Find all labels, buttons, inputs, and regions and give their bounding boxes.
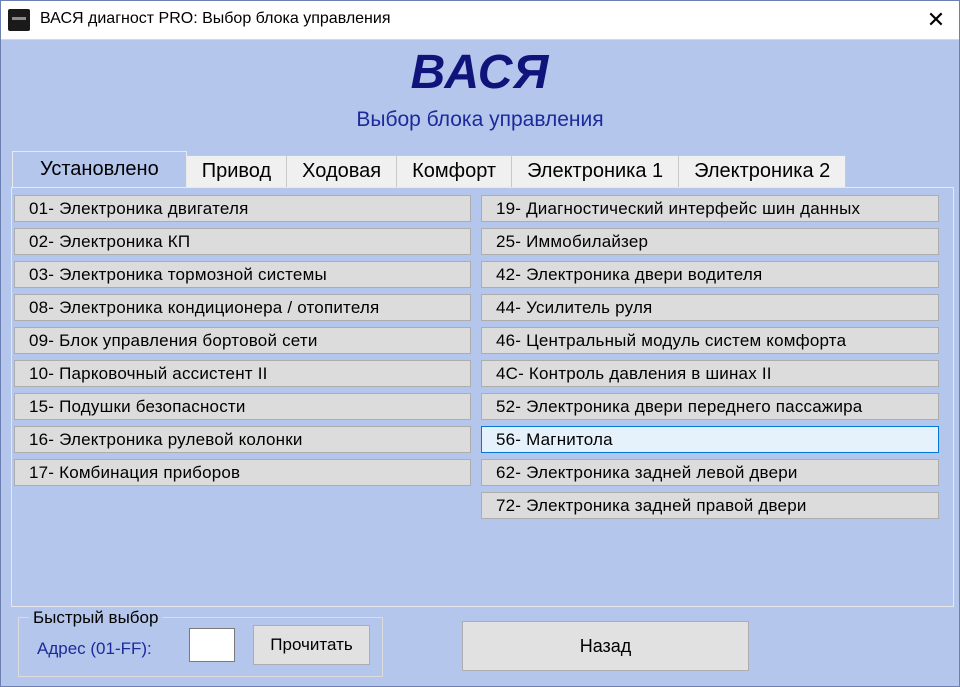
- module-03-button[interactable]: 03- Электроника тормозной системы: [14, 261, 471, 288]
- tab-electronics-2[interactable]: Электроника 2: [678, 155, 847, 187]
- module-15-button[interactable]: 15- Подушки безопасности: [14, 393, 471, 420]
- module-16-button[interactable]: 16- Электроника рулевой колонки: [14, 426, 471, 453]
- module-10-button[interactable]: 10- Парковочный ассистент II: [14, 360, 471, 387]
- address-label: Адрес (01-FF):: [37, 639, 152, 658]
- read-button[interactable]: Прочитать: [253, 625, 370, 665]
- title-bar: ВАСЯ диагност PRO: Выбор блока управлени…: [1, 1, 959, 40]
- module-19-button[interactable]: 19- Диагностический интерфейс шин данных: [481, 195, 939, 222]
- module-72-button[interactable]: 72- Электроника задней правой двери: [481, 492, 939, 519]
- tab-strip: Установлено Привод Ходовая Комфорт Элект…: [12, 151, 847, 187]
- main-window: ВАСЯ диагност PRO: Выбор блока управлени…: [0, 0, 960, 687]
- app-icon: [8, 9, 30, 31]
- module-09-button[interactable]: 09- Блок управления бортовой сети: [14, 327, 471, 354]
- quick-select-group: Быстрый выбор Адрес (01-FF): Прочитать: [18, 608, 383, 677]
- module-46-button[interactable]: 46- Центральный модуль систем комфорта: [481, 327, 939, 354]
- close-button[interactable]: ✕: [913, 1, 959, 39]
- page-subtitle: Выбор блока управления: [356, 108, 604, 131]
- quick-select-legend: Быстрый выбор: [29, 608, 163, 628]
- close-icon: ✕: [926, 7, 946, 32]
- app-logo: ВАСЯ: [410, 46, 550, 99]
- module-4c-button[interactable]: 4C- Контроль давления в шинах II: [481, 360, 939, 387]
- tab-comfort[interactable]: Комфорт: [396, 155, 513, 187]
- tab-chassis[interactable]: Ходовая: [286, 155, 398, 187]
- module-56-button[interactable]: 56- Магнитола: [481, 426, 939, 453]
- tab-electronics-1[interactable]: Электроника 1: [511, 155, 680, 187]
- window-title: ВАСЯ диагност PRO: Выбор блока управлени…: [40, 10, 391, 27]
- module-42-button[interactable]: 42- Электроника двери водителя: [481, 261, 939, 288]
- module-44-button[interactable]: 44- Усилитель руля: [481, 294, 939, 321]
- modules-left-column: 01- Электроника двигателя 02- Электроник…: [14, 195, 471, 492]
- module-01-button[interactable]: 01- Электроника двигателя: [14, 195, 471, 222]
- tab-drive[interactable]: Привод: [185, 155, 288, 187]
- address-input[interactable]: [189, 628, 235, 662]
- module-62-button[interactable]: 62- Электроника задней левой двери: [481, 459, 939, 486]
- modules-right-column: 19- Диагностический интерфейс шин данных…: [481, 195, 939, 525]
- tab-installed[interactable]: Установлено: [12, 151, 187, 187]
- module-08-button[interactable]: 08- Электроника кондиционера / отопителя: [14, 294, 471, 321]
- module-52-button[interactable]: 52- Электроника двери переднего пассажир…: [481, 393, 939, 420]
- back-button[interactable]: Назад: [462, 621, 749, 671]
- module-02-button[interactable]: 02- Электроника КП: [14, 228, 471, 255]
- module-17-button[interactable]: 17- Комбинация приборов: [14, 459, 471, 486]
- modules-panel: 01- Электроника двигателя 02- Электроник…: [11, 187, 954, 607]
- module-25-button[interactable]: 25- Иммобилайзер: [481, 228, 939, 255]
